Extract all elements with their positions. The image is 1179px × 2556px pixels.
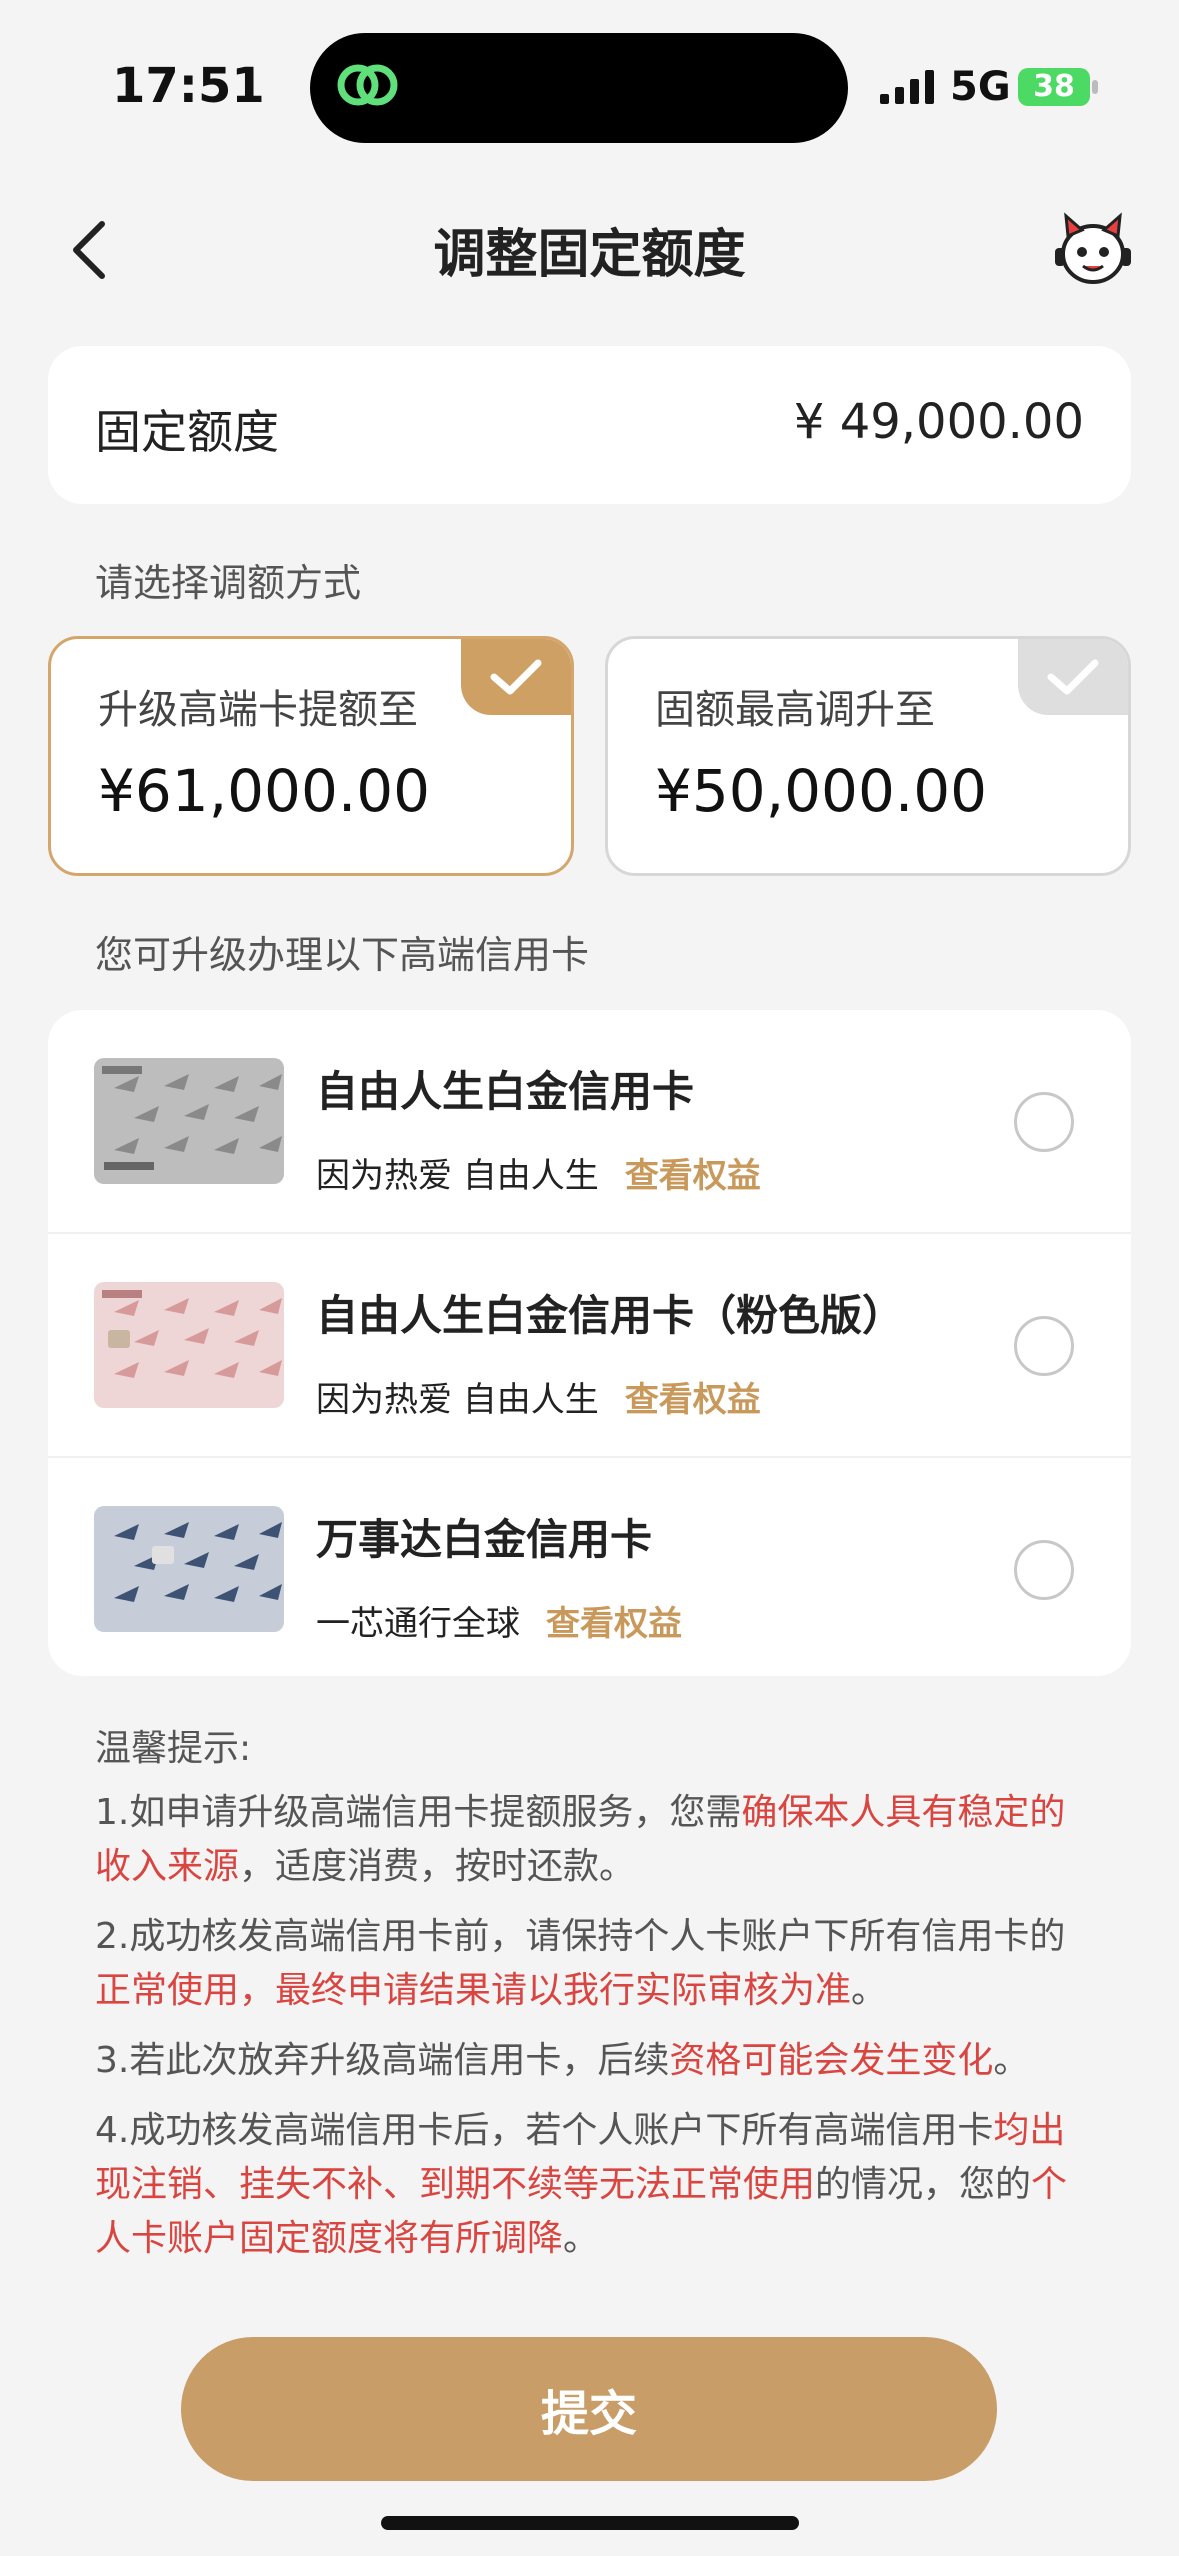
- nav-bar: 调整固定额度: [0, 190, 1179, 310]
- card-image-silver: [94, 1058, 284, 1184]
- signal-icon: [880, 70, 934, 104]
- card-radio[interactable]: [1014, 1540, 1074, 1600]
- card-radio[interactable]: [1014, 1316, 1074, 1376]
- option-label: 升级高端卡提额至: [98, 687, 418, 733]
- card-image-blue: [94, 1506, 284, 1632]
- status-bar: 17:51 5G 38: [0, 0, 1179, 170]
- fixed-limit-label: 固定额度: [95, 405, 279, 459]
- tips-title: 温馨提示:: [95, 1728, 252, 1769]
- list-item[interactable]: 自由人生白金信用卡 因为热爱 自由人生 查看权益: [48, 1010, 1131, 1232]
- view-benefits-link[interactable]: 查看权益: [625, 1380, 761, 1420]
- app-link-icon: [337, 64, 398, 106]
- method-section-label: 请选择调额方式: [95, 561, 362, 605]
- card-name: 自由人生白金信用卡: [316, 1067, 695, 1116]
- option-value: ¥50,000.00: [655, 757, 988, 825]
- mascot-assistant-icon[interactable]: [1052, 212, 1134, 288]
- tip-item: 1.如申请升级高端信用卡提额服务，您需确保本人具有稳定的收入来源，适度消费，按时…: [95, 1792, 1066, 1887]
- card-desc: 因为热爱 自由人生 查看权益: [316, 1372, 761, 1421]
- home-indicator: [381, 2516, 799, 2530]
- option-fixed-raise[interactable]: 固额最高调升至 ¥50,000.00: [605, 636, 1131, 876]
- check-icon: [1018, 639, 1128, 715]
- tips-section: 温馨提示: 1.如申请升级高端信用卡提额服务，您需确保本人具有稳定的收入来源，适…: [95, 1722, 1085, 2282]
- check-icon: [461, 639, 571, 715]
- fixed-limit-value: ¥ 49,000.00: [793, 394, 1084, 450]
- tip-item: 2.成功核发高端信用卡前，请保持个人卡账户下所有信用卡的正常使用，最终申请结果请…: [95, 1916, 1066, 2011]
- view-benefits-link[interactable]: 查看权益: [546, 1604, 682, 1644]
- chevron-left-icon: [73, 221, 105, 279]
- battery-tip: [1092, 80, 1098, 94]
- cards-section-label: 您可升级办理以下高端信用卡: [95, 933, 590, 977]
- status-time: 17:51: [112, 58, 265, 114]
- list-item[interactable]: 自由人生白金信用卡（粉色版） 因为热爱 自由人生 查看权益: [48, 1234, 1131, 1456]
- page-title: 调整固定额度: [433, 225, 746, 285]
- list-item[interactable]: 万事达白金信用卡 一芯通行全球 查看权益: [48, 1458, 1131, 1676]
- card-name: 自由人生白金信用卡（粉色版）: [316, 1291, 905, 1340]
- card-radio[interactable]: [1014, 1092, 1074, 1152]
- card-slogan: 因为热爱 自由人生: [316, 1156, 599, 1196]
- submit-button[interactable]: 提交: [181, 2337, 997, 2481]
- card-image-pink: [94, 1282, 284, 1408]
- credit-card-list: 自由人生白金信用卡 因为热爱 自由人生 查看权益 自由人生白金信用卡（粉色版） 因…: [48, 1010, 1131, 1676]
- card-slogan: 一芯通行全球: [316, 1604, 520, 1644]
- fixed-limit-card: 固定额度 ¥ 49,000.00: [48, 346, 1131, 504]
- network-type: 5G: [950, 64, 1011, 110]
- battery-icon: 38: [1018, 68, 1090, 106]
- view-benefits-link[interactable]: 查看权益: [625, 1156, 761, 1196]
- tip-item: 3.若此次放弃升级高端信用卡，后续资格可能会发生变化。: [95, 2040, 1030, 2081]
- card-name: 万事达白金信用卡: [316, 1515, 653, 1564]
- card-desc: 因为热爱 自由人生 查看权益: [316, 1148, 761, 1197]
- option-label: 固额最高调升至: [655, 687, 935, 733]
- option-value: ¥61,000.00: [98, 757, 431, 825]
- card-slogan: 因为热爱 自由人生: [316, 1380, 599, 1420]
- back-button[interactable]: [55, 215, 125, 285]
- card-desc: 一芯通行全球 查看权益: [316, 1596, 682, 1645]
- tip-item: 4.成功核发高端信用卡后，若个人账户下所有高端信用卡均出现注销、挂失不补、到期不…: [95, 2110, 1068, 2259]
- option-upgrade-card[interactable]: 升级高端卡提额至 ¥61,000.00: [48, 636, 574, 876]
